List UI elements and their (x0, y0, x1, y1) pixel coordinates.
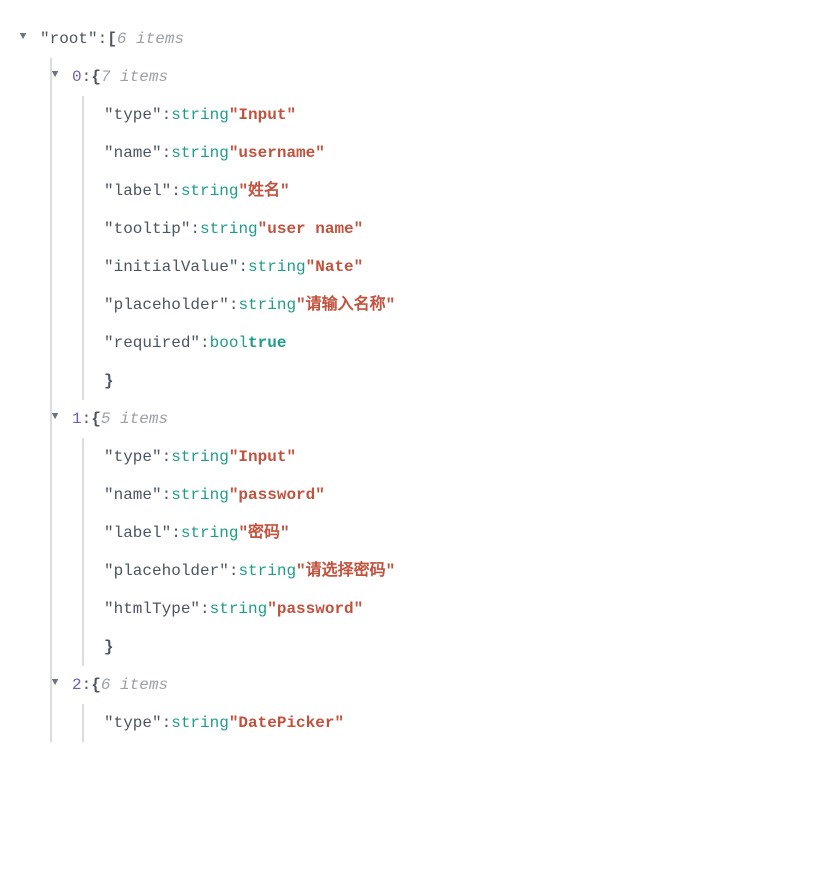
json-value: "username" (229, 141, 325, 165)
close-brace: } (104, 635, 114, 659)
json-array-item-row[interactable]: 0 : { 7 items (72, 58, 818, 96)
json-value: "user name" (258, 217, 364, 241)
type-token: string (171, 141, 229, 165)
json-value: "姓名" (238, 179, 289, 203)
array-index: 2 (72, 673, 82, 697)
json-property-row[interactable]: "required" : bool true (104, 324, 818, 362)
colon: : (229, 559, 239, 583)
json-key: "required" (104, 331, 200, 355)
json-property-row[interactable]: "label" : string "姓名" (104, 172, 818, 210)
json-value: "Input" (229, 445, 296, 469)
type-token: string (181, 179, 239, 203)
type-token: string (171, 711, 229, 735)
colon: : (162, 141, 172, 165)
json-property-row[interactable]: "initialValue" : string "Nate" (104, 248, 818, 286)
json-property-row[interactable]: "htmlType" : string "password" (104, 590, 818, 628)
json-key: "htmlType" (104, 597, 200, 621)
json-value: "Input" (229, 103, 296, 127)
toggle-icon[interactable]: ▼ (48, 675, 62, 692)
colon: : (98, 27, 108, 51)
type-token: string (200, 217, 258, 241)
json-value: "DatePicker" (229, 711, 344, 735)
json-key: "type" (104, 711, 162, 735)
close-brace: } (104, 369, 114, 393)
toggle-icon[interactable]: ▼ (48, 67, 62, 84)
json-property-row[interactable]: "tooltip" : string "user name" (104, 210, 818, 248)
colon: : (200, 331, 210, 355)
colon: : (171, 179, 181, 203)
item-count: 6 items (101, 673, 168, 697)
close-brace-row: } (104, 362, 818, 400)
colon: : (82, 65, 92, 89)
json-property-row[interactable]: "name" : string "password" (104, 476, 818, 514)
json-property-row[interactable]: "placeholder" : string "请输入名称" (104, 286, 818, 324)
colon: : (238, 255, 248, 279)
array-index: 0 (72, 65, 82, 89)
json-array-item-row[interactable]: 1 : { 5 items (72, 400, 818, 438)
type-token: string (248, 255, 306, 279)
json-property-row[interactable]: "type" : string "Input" (104, 96, 818, 134)
type-token: bool (210, 331, 248, 355)
json-property-row[interactable]: "type" : string "Input" (104, 438, 818, 476)
json-root-row[interactable]: "root" : [ 6 items (40, 20, 818, 58)
json-value: "password" (267, 597, 363, 621)
json-key: "label" (104, 179, 171, 203)
json-key: "name" (104, 141, 162, 165)
json-key: "root" (40, 27, 98, 51)
colon: : (82, 673, 92, 697)
colon: : (162, 483, 172, 507)
type-token: string (238, 559, 296, 583)
colon: : (162, 103, 172, 127)
type-token: string (238, 293, 296, 317)
colon: : (200, 597, 210, 621)
json-property-row[interactable]: "label" : string "密码" (104, 514, 818, 552)
type-token: string (181, 521, 239, 545)
item-count: 6 items (117, 27, 184, 51)
json-key: "initialValue" (104, 255, 238, 279)
type-token: string (171, 483, 229, 507)
json-key: "placeholder" (104, 559, 229, 583)
json-value: "密码" (238, 521, 289, 545)
json-key: "placeholder" (104, 293, 229, 317)
json-key: "name" (104, 483, 162, 507)
colon: : (190, 217, 200, 241)
json-value: true (248, 331, 286, 355)
json-property-row[interactable]: "name" : string "username" (104, 134, 818, 172)
json-property-row[interactable]: "type" : string "DatePicker" (104, 704, 818, 742)
json-key: "type" (104, 103, 162, 127)
item-count: 7 items (101, 65, 168, 89)
item-count: 5 items (101, 407, 168, 431)
json-key: "tooltip" (104, 217, 190, 241)
type-token: string (210, 597, 268, 621)
json-property-row[interactable]: "placeholder" : string "请选择密码" (104, 552, 818, 590)
json-value: "请输入名称" (296, 293, 395, 317)
json-value: "Nate" (306, 255, 364, 279)
open-bracket: [ (107, 27, 117, 51)
json-key: "label" (104, 521, 171, 545)
json-array-item-row[interactable]: 2 : { 6 items (72, 666, 818, 704)
colon: : (162, 445, 172, 469)
type-token: string (171, 103, 229, 127)
json-value: "password" (229, 483, 325, 507)
array-index: 1 (72, 407, 82, 431)
colon: : (229, 293, 239, 317)
open-brace: { (91, 65, 101, 89)
open-brace: { (91, 673, 101, 697)
type-token: string (171, 445, 229, 469)
colon: : (171, 521, 181, 545)
colon: : (162, 711, 172, 735)
open-brace: { (91, 407, 101, 431)
json-key: "type" (104, 445, 162, 469)
toggle-icon[interactable]: ▼ (16, 29, 30, 46)
colon: : (82, 407, 92, 431)
json-value: "请选择密码" (296, 559, 395, 583)
close-brace-row: } (104, 628, 818, 666)
toggle-icon[interactable]: ▼ (48, 409, 62, 426)
